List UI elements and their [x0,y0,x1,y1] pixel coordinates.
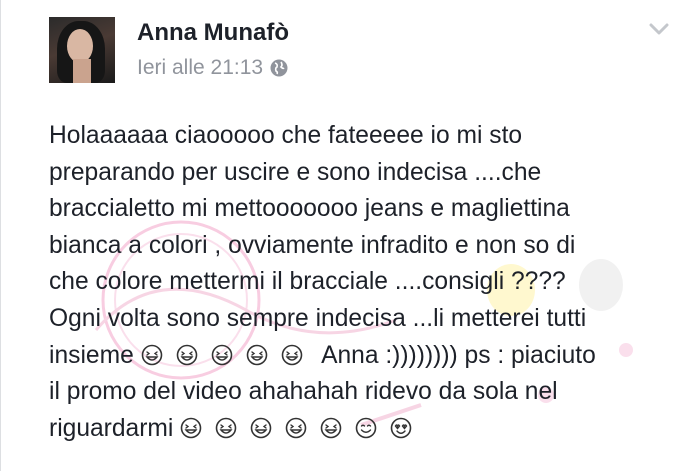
post-line: Ogni volta sono sempre indecisa ...li me… [49,304,587,332]
grin-emoji [250,417,272,439]
grin-emoji [281,344,302,365]
post-line: riguardarmi [49,411,685,448]
grin-emoji [211,344,232,365]
post-line-text: Anna :)))))))) ps : piaciuto [321,341,596,369]
post-meta: Ieri alle 21:13 [137,56,289,80]
grin-emoji [215,417,237,439]
post-line: bianca a colori , ovviamente infradito e… [49,231,576,259]
smile-emoji [355,417,377,439]
post-body: Holaaaaaa ciaooooo che fateeeee io mi st… [49,118,685,447]
grin-emoji [141,344,162,365]
heart-eyes-emoji [390,417,412,439]
post-card: Anna Munafò Ieri alle 21:13 Holaaaaaa ci… [0,0,699,471]
chevron-down-icon[interactable] [649,22,669,36]
post-line: Holaaaaaa ciaooooo che fateeeee io mi st… [49,122,523,149]
author-name[interactable]: Anna Munafò [137,19,289,47]
timestamp[interactable]: Ieri alle 21:13 [137,56,263,80]
post-line-text: insieme [49,341,134,369]
post-line-text: riguardarmi [49,414,174,442]
grin-emoji [320,417,342,439]
post-line: preparando per uscire e sono indecisa ..… [49,158,542,186]
post-line: il promo del video ahahahah ridevo da so… [49,378,558,406]
grin-emoji [176,344,197,365]
post-line: insieme Anna :)))))))) ps : piaciuto [49,338,685,375]
avatar[interactable] [49,17,115,83]
post-line: braccialetto mi mettooooooo jeans e magl… [49,195,570,223]
grin-emoji [246,344,267,365]
grin-emoji [285,417,307,439]
post-line: che colore mettermi il bracciale ....con… [49,268,566,296]
grin-emoji [180,417,202,439]
globe-icon[interactable] [269,58,289,78]
emoji-group [180,415,425,442]
emoji-group [141,342,316,369]
